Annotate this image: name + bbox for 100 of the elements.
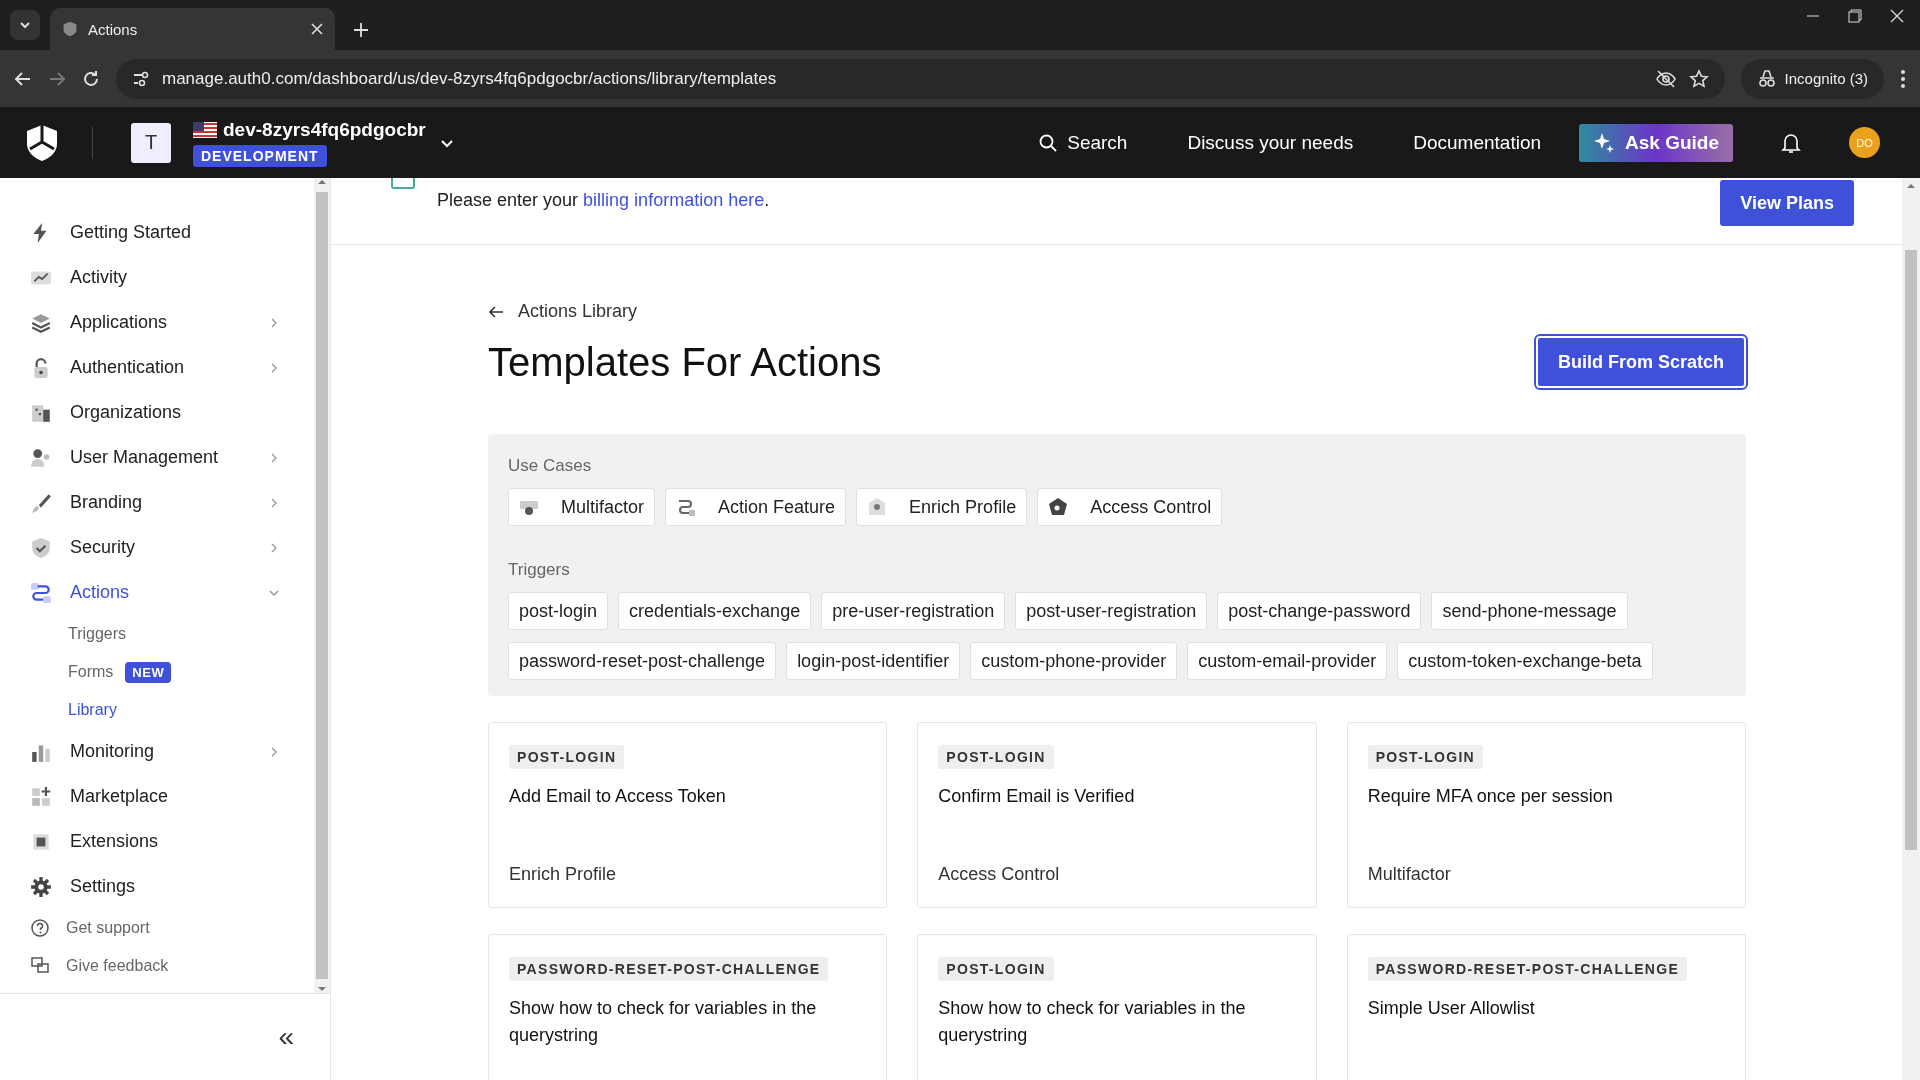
tenant-avatar[interactable]: T <box>131 122 171 163</box>
trigger-chip[interactable]: credentials-exchange <box>618 592 812 630</box>
billing-message: Please enter your billing information here. <box>437 190 771 211</box>
incognito-button[interactable]: Incognito (3) <box>1740 58 1884 99</box>
sidebar-item[interactable]: Settings <box>30 864 280 909</box>
scroll-down-icon[interactable] <box>318 985 326 993</box>
page-title: Templates For Actions <box>488 339 882 385</box>
key-icon <box>1048 497 1069 517</box>
environment-badge: DEVELOPMENT <box>193 144 327 167</box>
template-title: Show how to check for variables in the querystring <box>938 997 1247 1047</box>
use-case-label: Multifactor <box>1367 864 1451 885</box>
trigger-chip[interactable]: post-user-registration <box>1015 592 1208 630</box>
header-link[interactable]: Discuss your needs <box>1181 130 1360 155</box>
trigger-chip[interactable]: pre-user-registration <box>821 592 1006 630</box>
billing-link[interactable]: billing information here <box>583 190 765 210</box>
back-arrow-icon <box>488 304 504 319</box>
search-icon <box>1039 133 1058 152</box>
sidebar-item[interactable]: Security <box>30 525 280 570</box>
new-badge: NEW <box>125 661 172 683</box>
address-bar[interactable]: manage.auth0.com/dashboard/us/dev-8zyrs4fq6pdgocbr/actions/library/templates <box>116 58 1725 99</box>
template-title: Show how to check for variables in the querystring <box>509 997 818 1047</box>
back-icon[interactable] <box>14 69 32 88</box>
sidebar-subitem[interactable]: Triggers <box>30 615 314 653</box>
plus-icon <box>353 22 369 38</box>
template-card[interactable]: POST-LOGIN Require MFA once per session Multifactor <box>1346 722 1746 908</box>
sparkle-icon <box>1593 131 1615 154</box>
feedback-icon <box>30 956 50 976</box>
template-card[interactable]: PASSWORD-RESET-POST-CHALLENGE Show how to check for variables in the querystring <box>488 934 888 1080</box>
ask-guide-button[interactable]: Ask Guide <box>1579 123 1733 162</box>
scrollbar[interactable] <box>314 178 330 993</box>
use-case-chip[interactable]: Multifactor <box>508 488 656 526</box>
footer-link[interactable]: Give feedback <box>30 947 314 985</box>
eye-off-icon[interactable] <box>1654 67 1677 90</box>
sidebar-item[interactable]: Branding <box>30 480 280 525</box>
trigger-chip[interactable]: custom-email-provider <box>1187 642 1388 680</box>
use-case-chip[interactable]: Action Feature <box>665 488 847 526</box>
sidebar-item[interactable]: Applications <box>30 300 280 345</box>
grid-plus-icon <box>30 785 52 808</box>
tab-list-button[interactable] <box>10 10 40 40</box>
header-link[interactable]: Documentation <box>1407 130 1547 155</box>
sidebar-item[interactable]: Activity <box>30 255 280 300</box>
template-card[interactable]: PASSWORD-RESET-POST-CHALLENGE Simple User Allowlist <box>1346 934 1746 1080</box>
template-title: Add Email to Access Token <box>509 785 726 808</box>
flow-icon <box>30 581 52 604</box>
restore-icon[interactable] <box>1848 9 1862 23</box>
use-case-label: Enrich Profile <box>509 864 617 885</box>
reload-icon[interactable] <box>82 69 100 88</box>
template-card[interactable]: POST-LOGIN Confirm Email is Verified Access Control <box>917 722 1317 908</box>
search-button[interactable]: Search <box>1033 130 1134 155</box>
sidebar-item[interactable]: Marketplace <box>30 774 280 819</box>
settings-icon <box>30 875 52 898</box>
user-icon <box>30 446 52 469</box>
scrollbar[interactable] <box>1902 178 1920 1080</box>
sidebar-item[interactable]: Monitoring <box>30 729 280 774</box>
trigger-chip[interactable]: post-change-password <box>1217 592 1422 630</box>
template-card[interactable]: POST-LOGIN Add Email to Access Token Enrich Profile <box>488 722 888 908</box>
trigger-chip[interactable]: custom-token-exchange-beta <box>1397 642 1653 680</box>
trigger-chip[interactable]: post-login <box>508 592 609 630</box>
trigger-tag: POST-LOGIN <box>938 957 1054 981</box>
close-icon[interactable] <box>1890 9 1904 23</box>
help-icon <box>30 918 50 938</box>
sidebar-item[interactable]: User Management <box>30 435 280 480</box>
site-settings-icon[interactable] <box>132 69 150 88</box>
more-icon[interactable] <box>1900 68 1906 89</box>
profile-icon <box>867 497 888 517</box>
scroll-up-icon[interactable] <box>1907 182 1915 190</box>
footer-link[interactable]: Get support <box>30 909 314 947</box>
shield-icon <box>30 536 52 559</box>
flag-icon <box>193 121 217 138</box>
star-icon[interactable] <box>1688 68 1709 89</box>
sidebar-item[interactable]: Getting Started <box>30 210 280 255</box>
tenant-name[interactable]: dev-8zyrs4fq6pdgocbr <box>223 118 426 141</box>
chevron-down-icon <box>19 19 31 31</box>
use-case-chip[interactable]: Enrich Profile <box>856 488 1028 526</box>
back-link[interactable]: Actions Library <box>488 301 638 322</box>
trigger-tag: POST-LOGIN <box>938 745 1054 769</box>
collapse-button[interactable]: « <box>272 1020 300 1054</box>
browser-tab[interactable]: Actions <box>50 8 335 50</box>
section-label: Use Cases <box>508 456 593 476</box>
view-plans-button[interactable]: View Plans <box>1720 180 1854 226</box>
use-case-chip[interactable]: Access Control <box>1037 488 1223 526</box>
trigger-chip[interactable]: login-post-identifier <box>786 642 961 680</box>
sidebar-item[interactable]: Organizations <box>30 390 280 435</box>
bell-icon[interactable] <box>1781 131 1801 154</box>
sidebar-subitem[interactable]: Library <box>30 691 314 729</box>
sidebar-subitem[interactable]: Forms NEW <box>30 653 314 691</box>
sidebar-item[interactable]: Authentication <box>30 345 280 390</box>
template-card[interactable]: POST-LOGIN Show how to check for variables in the querystring <box>917 934 1317 1080</box>
sidebar-item[interactable]: Actions <box>30 570 280 615</box>
trigger-chip[interactable]: custom-phone-provider <box>970 642 1178 680</box>
close-icon[interactable] <box>311 23 323 35</box>
sidebar-item[interactable]: Extensions <box>30 819 280 864</box>
trigger-tag: POST-LOGIN <box>1367 745 1483 769</box>
section-label: Triggers <box>508 560 571 580</box>
trigger-chip[interactable]: password-reset-post-challenge <box>508 642 777 680</box>
build-from-scratch-button[interactable]: Build From Scratch <box>1535 336 1746 388</box>
forward-icon[interactable] <box>48 69 66 88</box>
template-title: Confirm Email is Verified <box>938 785 1135 808</box>
trigger-chip[interactable]: send-phone-message <box>1431 592 1628 630</box>
trigger-tag: PASSWORD-RESET-POST-CHALLENGE <box>1367 957 1688 981</box>
